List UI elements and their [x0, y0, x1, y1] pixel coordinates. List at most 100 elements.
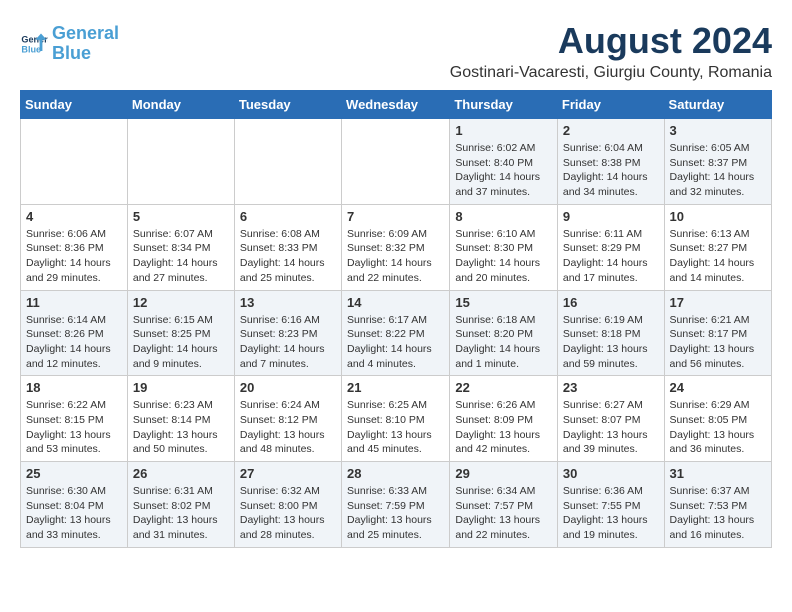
calendar-cell: [234, 119, 341, 205]
calendar-cell: 5Sunrise: 6:07 AMSunset: 8:34 PMDaylight…: [127, 204, 234, 290]
day-info: Sunrise: 6:25 AMSunset: 8:10 PMDaylight:…: [347, 398, 444, 457]
calendar-cell: 8 Sunrise: 6:10 AMSunset: 8:30 PMDaylight…: [450, 204, 558, 290]
day-info: Sunrise: 6:34 AMSunset: 7:57 PMDaylight:…: [455, 484, 552, 543]
weekday-header: Tuesday: [234, 91, 341, 119]
day-number: 23: [563, 380, 659, 395]
day-number: 1: [455, 123, 552, 138]
logo-line1: General: [52, 23, 119, 43]
title-area: August 2024 Gostinari-Vacaresti, Giurgiu…: [450, 20, 772, 82]
calendar-cell: 17 Sunrise: 6:21 AMSunset: 8:17 PMDayligh…: [664, 290, 771, 376]
calendar-cell: 24Sunrise: 6:29 AMSunset: 8:05 PMDayligh…: [664, 376, 771, 462]
day-number: 6: [240, 209, 336, 224]
day-number: 4: [26, 209, 122, 224]
svg-text:Blue: Blue: [21, 44, 41, 54]
calendar-cell: 3 Sunrise: 6:05 AMSunset: 8:37 PMDaylight…: [664, 119, 771, 205]
calendar-cell: [342, 119, 450, 205]
calendar-cell: [21, 119, 128, 205]
day-number: 20: [240, 380, 336, 395]
calendar-week-row: 4 Sunrise: 6:06 AMSunset: 8:36 PMDaylight…: [21, 204, 772, 290]
weekday-header: Friday: [557, 91, 664, 119]
calendar-cell: 21Sunrise: 6:25 AMSunset: 8:10 PMDayligh…: [342, 376, 450, 462]
day-info: Sunrise: 6:08 AMSunset: 8:33 PMDaylight:…: [240, 227, 336, 286]
page-title: August 2024: [450, 20, 772, 62]
day-number: 31: [670, 466, 766, 481]
day-info: Sunrise: 6:04 AMSunset: 8:38 PMDaylight:…: [563, 141, 659, 200]
day-info: Sunrise: 6:17 AMSunset: 8:22 PMDaylight:…: [347, 313, 444, 372]
calendar-cell: 9 Sunrise: 6:11 AMSunset: 8:29 PMDaylight…: [557, 204, 664, 290]
calendar-cell: 13 Sunrise: 6:16 AMSunset: 8:23 PMDayligh…: [234, 290, 341, 376]
page-subtitle: Gostinari-Vacaresti, Giurgiu County, Rom…: [450, 64, 772, 82]
day-info: Sunrise: 6:05 AMSunset: 8:37 PMDaylight:…: [670, 141, 766, 200]
calendar-cell: 18 Sunrise: 6:22 AMSunset: 8:15 PMDayligh…: [21, 376, 128, 462]
day-info: Sunrise: 6:11 AMSunset: 8:29 PMDaylight:…: [563, 227, 659, 286]
day-info: Sunrise: 6:29 AMSunset: 8:05 PMDaylight:…: [670, 398, 766, 457]
calendar-body: 1 Sunrise: 6:02 AMSunset: 8:40 PMDaylight…: [21, 119, 772, 548]
logo-line2: Blue: [52, 43, 91, 63]
day-info: Sunrise: 6:21 AMSunset: 8:17 PMDaylight:…: [670, 313, 766, 372]
calendar-cell: 10 Sunrise: 6:13 AMSunset: 8:27 PMDayligh…: [664, 204, 771, 290]
day-info: Sunrise: 6:14 AMSunset: 8:26 PMDaylight:…: [26, 313, 122, 372]
day-number: 3: [670, 123, 766, 138]
calendar-cell: 23Sunrise: 6:27 AMSunset: 8:07 PMDayligh…: [557, 376, 664, 462]
day-info: Sunrise: 6:09 AMSunset: 8:32 PMDaylight:…: [347, 227, 444, 286]
day-info: Sunrise: 6:37 AMSunset: 7:53 PMDaylight:…: [670, 484, 766, 543]
day-number: 16: [563, 295, 659, 310]
calendar-cell: 7 Sunrise: 6:09 AMSunset: 8:32 PMDaylight…: [342, 204, 450, 290]
day-info: Sunrise: 6:26 AMSunset: 8:09 PMDaylight:…: [455, 398, 552, 457]
day-number: 18: [26, 380, 122, 395]
day-info: Sunrise: 6:33 AMSunset: 7:59 PMDaylight:…: [347, 484, 444, 543]
calendar-week-row: 18 Sunrise: 6:22 AMSunset: 8:15 PMDayligh…: [21, 376, 772, 462]
day-number: 26: [133, 466, 229, 481]
logo-text: General Blue: [52, 24, 119, 64]
day-number: 28: [347, 466, 444, 481]
weekday-header: Monday: [127, 91, 234, 119]
calendar-cell: 11Sunrise: 6:14 AMSunset: 8:26 PMDayligh…: [21, 290, 128, 376]
day-number: 17: [670, 295, 766, 310]
logo-icon: General Blue: [20, 30, 48, 58]
calendar-week-row: 1 Sunrise: 6:02 AMSunset: 8:40 PMDaylight…: [21, 119, 772, 205]
day-info: Sunrise: 6:36 AMSunset: 7:55 PMDaylight:…: [563, 484, 659, 543]
calendar-cell: [127, 119, 234, 205]
day-info: Sunrise: 6:07 AMSunset: 8:34 PMDaylight:…: [133, 227, 229, 286]
day-number: 13: [240, 295, 336, 310]
day-number: 25: [26, 466, 122, 481]
day-number: 2: [563, 123, 659, 138]
logo: General Blue General Blue: [20, 24, 119, 64]
weekday-header: Saturday: [664, 91, 771, 119]
day-number: 29: [455, 466, 552, 481]
day-number: 14: [347, 295, 444, 310]
day-info: Sunrise: 6:30 AMSunset: 8:04 PMDaylight:…: [26, 484, 122, 543]
weekday-header: Sunday: [21, 91, 128, 119]
day-info: Sunrise: 6:19 AMSunset: 8:18 PMDaylight:…: [563, 313, 659, 372]
day-info: Sunrise: 6:02 AMSunset: 8:40 PMDaylight:…: [455, 141, 552, 200]
header: General Blue General Blue August 2024 Go…: [20, 20, 772, 82]
day-info: Sunrise: 6:22 AMSunset: 8:15 PMDaylight:…: [26, 398, 122, 457]
day-info: Sunrise: 6:31 AMSunset: 8:02 PMDaylight:…: [133, 484, 229, 543]
calendar-week-row: 11Sunrise: 6:14 AMSunset: 8:26 PMDayligh…: [21, 290, 772, 376]
day-number: 27: [240, 466, 336, 481]
day-number: 9: [563, 209, 659, 224]
day-info: Sunrise: 6:16 AMSunset: 8:23 PMDaylight:…: [240, 313, 336, 372]
day-info: Sunrise: 6:18 AMSunset: 8:20 PMDaylight:…: [455, 313, 552, 372]
calendar-cell: 14 Sunrise: 6:17 AMSunset: 8:22 PMDayligh…: [342, 290, 450, 376]
day-number: 15: [455, 295, 552, 310]
day-info: Sunrise: 6:10 AMSunset: 8:30 PMDaylight:…: [455, 227, 552, 286]
day-info: Sunrise: 6:13 AMSunset: 8:27 PMDaylight:…: [670, 227, 766, 286]
day-number: 10: [670, 209, 766, 224]
calendar-cell: 25 Sunrise: 6:30 AMSunset: 8:04 PMDayligh…: [21, 462, 128, 548]
calendar-cell: 28 Sunrise: 6:33 AMSunset: 7:59 PMDayligh…: [342, 462, 450, 548]
day-info: Sunrise: 6:06 AMSunset: 8:36 PMDaylight:…: [26, 227, 122, 286]
day-info: Sunrise: 6:15 AMSunset: 8:25 PMDaylight:…: [133, 313, 229, 372]
calendar-cell: 15 Sunrise: 6:18 AMSunset: 8:20 PMDayligh…: [450, 290, 558, 376]
calendar-cell: 19Sunrise: 6:23 AMSunset: 8:14 PMDayligh…: [127, 376, 234, 462]
day-number: 8: [455, 209, 552, 224]
calendar-cell: 26 Sunrise: 6:31 AMSunset: 8:02 PMDayligh…: [127, 462, 234, 548]
calendar-week-row: 25 Sunrise: 6:30 AMSunset: 8:04 PMDayligh…: [21, 462, 772, 548]
day-number: 7: [347, 209, 444, 224]
calendar-cell: 1 Sunrise: 6:02 AMSunset: 8:40 PMDaylight…: [450, 119, 558, 205]
calendar-cell: 16 Sunrise: 6:19 AMSunset: 8:18 PMDayligh…: [557, 290, 664, 376]
calendar-cell: 27Sunrise: 6:32 AMSunset: 8:00 PMDayligh…: [234, 462, 341, 548]
weekday-header-row: SundayMondayTuesdayWednesdayThursdayFrid…: [21, 91, 772, 119]
calendar-table: SundayMondayTuesdayWednesdayThursdayFrid…: [20, 90, 772, 548]
calendar-header: SundayMondayTuesdayWednesdayThursdayFrid…: [21, 91, 772, 119]
